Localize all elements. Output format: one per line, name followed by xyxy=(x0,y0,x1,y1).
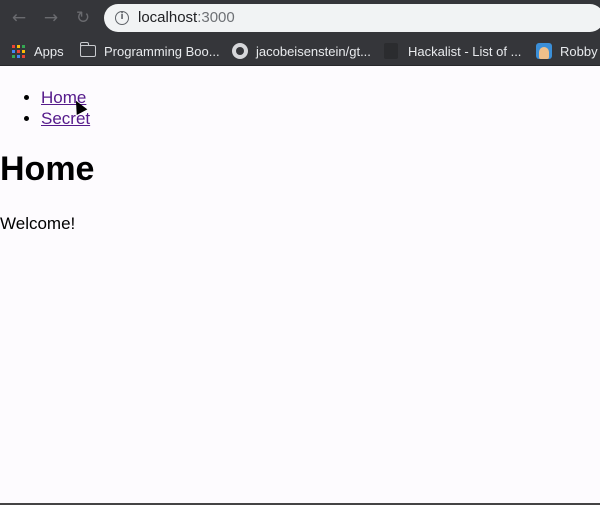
bookmark-label: Apps xyxy=(34,43,64,59)
bookmark-apps[interactable]: Apps xyxy=(12,36,64,66)
hackalist-icon xyxy=(384,43,398,59)
folder-icon xyxy=(79,42,96,57)
url-port: :3000 xyxy=(197,9,235,26)
bookmark-robby[interactable]: Robby R xyxy=(536,36,600,66)
url-text[interactable]: localhost:3000 xyxy=(138,9,235,27)
page-title: Home xyxy=(0,150,95,188)
info-icon[interactable]: i xyxy=(115,11,129,25)
bookmark-programming-books[interactable]: Programming Boo... xyxy=(79,36,220,66)
bookmark-label: Hackalist - List of ... xyxy=(408,43,522,59)
github-icon xyxy=(232,43,248,59)
avatar-icon xyxy=(536,43,552,59)
back-arrow-icon[interactable]: ← xyxy=(8,7,30,29)
forward-arrow-icon[interactable]: → xyxy=(40,7,62,29)
apps-grid-icon xyxy=(12,44,25,58)
bookmark-label: Robby R xyxy=(560,43,600,59)
bookmark-jacobeisenstein[interactable]: jacobeisenstein/gt... xyxy=(232,36,371,66)
browser-toolbar: ← → ↻ i localhost:3000 xyxy=(0,0,600,36)
url-host: localhost xyxy=(138,9,198,26)
reload-icon[interactable]: ↻ xyxy=(72,7,94,29)
page-content: Home Secret Home Welcome! xyxy=(0,67,600,503)
bookmarks-bar: Apps Programming Boo... jacobeisenstein/… xyxy=(0,36,600,66)
bookmark-hackalist[interactable]: Hackalist - List of ... xyxy=(384,36,521,66)
welcome-message: Welcome! xyxy=(0,214,76,233)
address-bar[interactable]: i localhost:3000 xyxy=(104,4,600,32)
bookmark-label: jacobeisenstein/gt... xyxy=(256,43,371,59)
bookmark-label: Programming Boo... xyxy=(104,43,220,59)
